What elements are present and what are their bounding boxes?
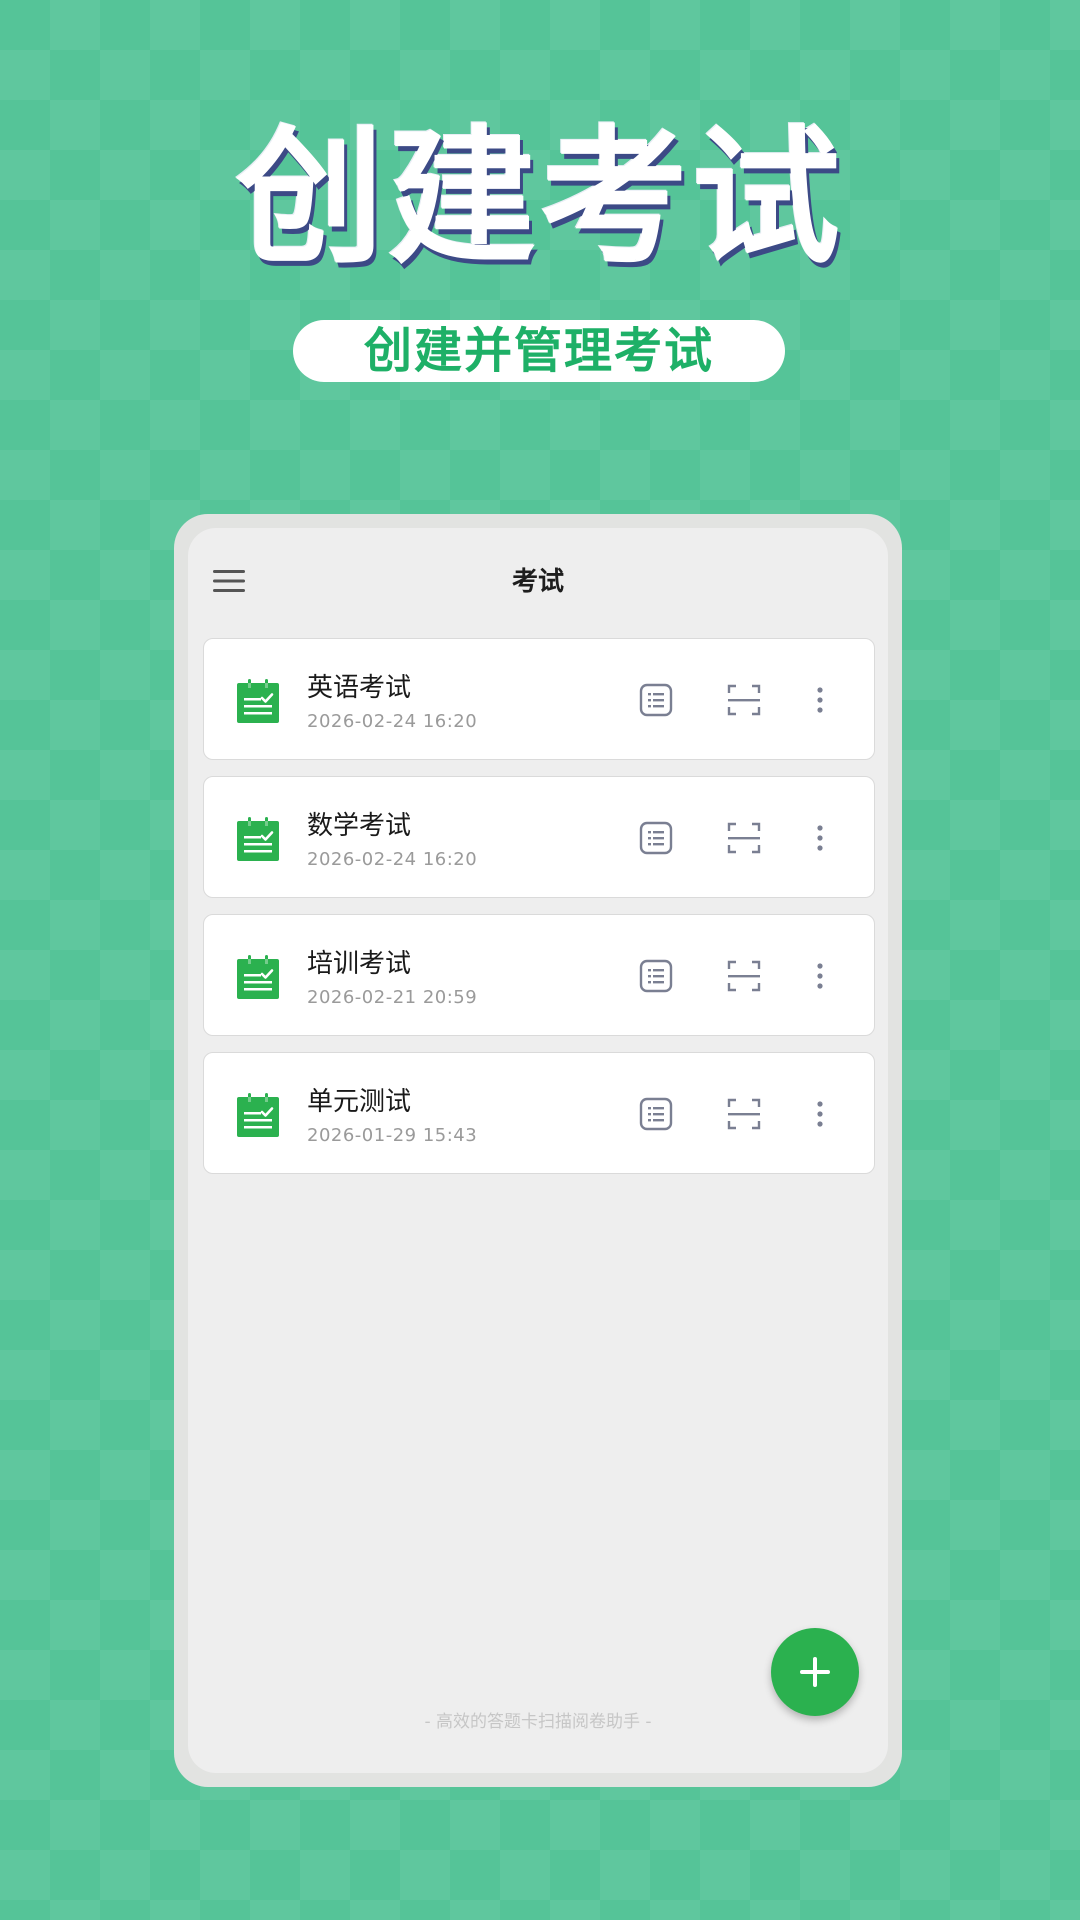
exam-date: 2026-01-29 15:43	[307, 1125, 478, 1146]
clipboard-check-icon	[237, 1093, 279, 1137]
exam-card[interactable]: 单元测试 2026-01-29 15:43	[203, 1052, 875, 1174]
exam-name: 单元测试	[307, 1087, 412, 1117]
exam-list: 英语考试 2026-02-24 16:20 数学考试 2026-02-24 16…	[203, 638, 875, 1190]
phone-screen: 考试 英语考试 2026-02-24 16:20 数学考试 2026-02-24…	[188, 528, 888, 1773]
exam-card[interactable]: 培训考试 2026-02-21 20:59	[203, 914, 875, 1036]
answer-sheet-icon[interactable]	[639, 959, 673, 993]
clipboard-check-icon	[237, 955, 279, 999]
answer-sheet-icon[interactable]	[639, 1097, 673, 1131]
more-vertical-icon[interactable]	[813, 683, 827, 717]
answer-sheet-icon[interactable]	[639, 821, 673, 855]
clipboard-check-icon	[237, 679, 279, 723]
more-vertical-icon[interactable]	[813, 1097, 827, 1131]
exam-name: 培训考试	[307, 949, 412, 979]
exam-card[interactable]: 数学考试 2026-02-24 16:20	[203, 776, 875, 898]
answer-sheet-icon[interactable]	[639, 683, 673, 717]
more-vertical-icon[interactable]	[813, 821, 827, 855]
plus-icon	[800, 1657, 830, 1687]
hero-subtitle: 创建并管理考试	[293, 320, 785, 382]
more-vertical-icon[interactable]	[813, 959, 827, 993]
exam-card[interactable]: 英语考试 2026-02-24 16:20	[203, 638, 875, 760]
exam-date: 2026-02-21 20:59	[307, 987, 478, 1008]
exam-name: 数学考试	[307, 811, 412, 841]
exam-date: 2026-02-24 16:20	[307, 711, 478, 732]
scan-icon[interactable]	[727, 821, 761, 855]
exam-date: 2026-02-24 16:20	[307, 849, 478, 870]
scan-icon[interactable]	[727, 683, 761, 717]
app-bar: 考试	[188, 528, 888, 638]
clipboard-check-icon	[237, 817, 279, 861]
app-title: 考试	[511, 567, 564, 597]
exam-name: 英语考试	[307, 673, 412, 703]
add-exam-button[interactable]	[771, 1628, 859, 1716]
footer-text: - 高效的答题卡扫描阅卷助手 -	[424, 1712, 652, 1732]
scan-icon[interactable]	[727, 1097, 761, 1131]
scan-icon[interactable]	[727, 959, 761, 993]
hero-title: 创建考试	[236, 112, 844, 284]
